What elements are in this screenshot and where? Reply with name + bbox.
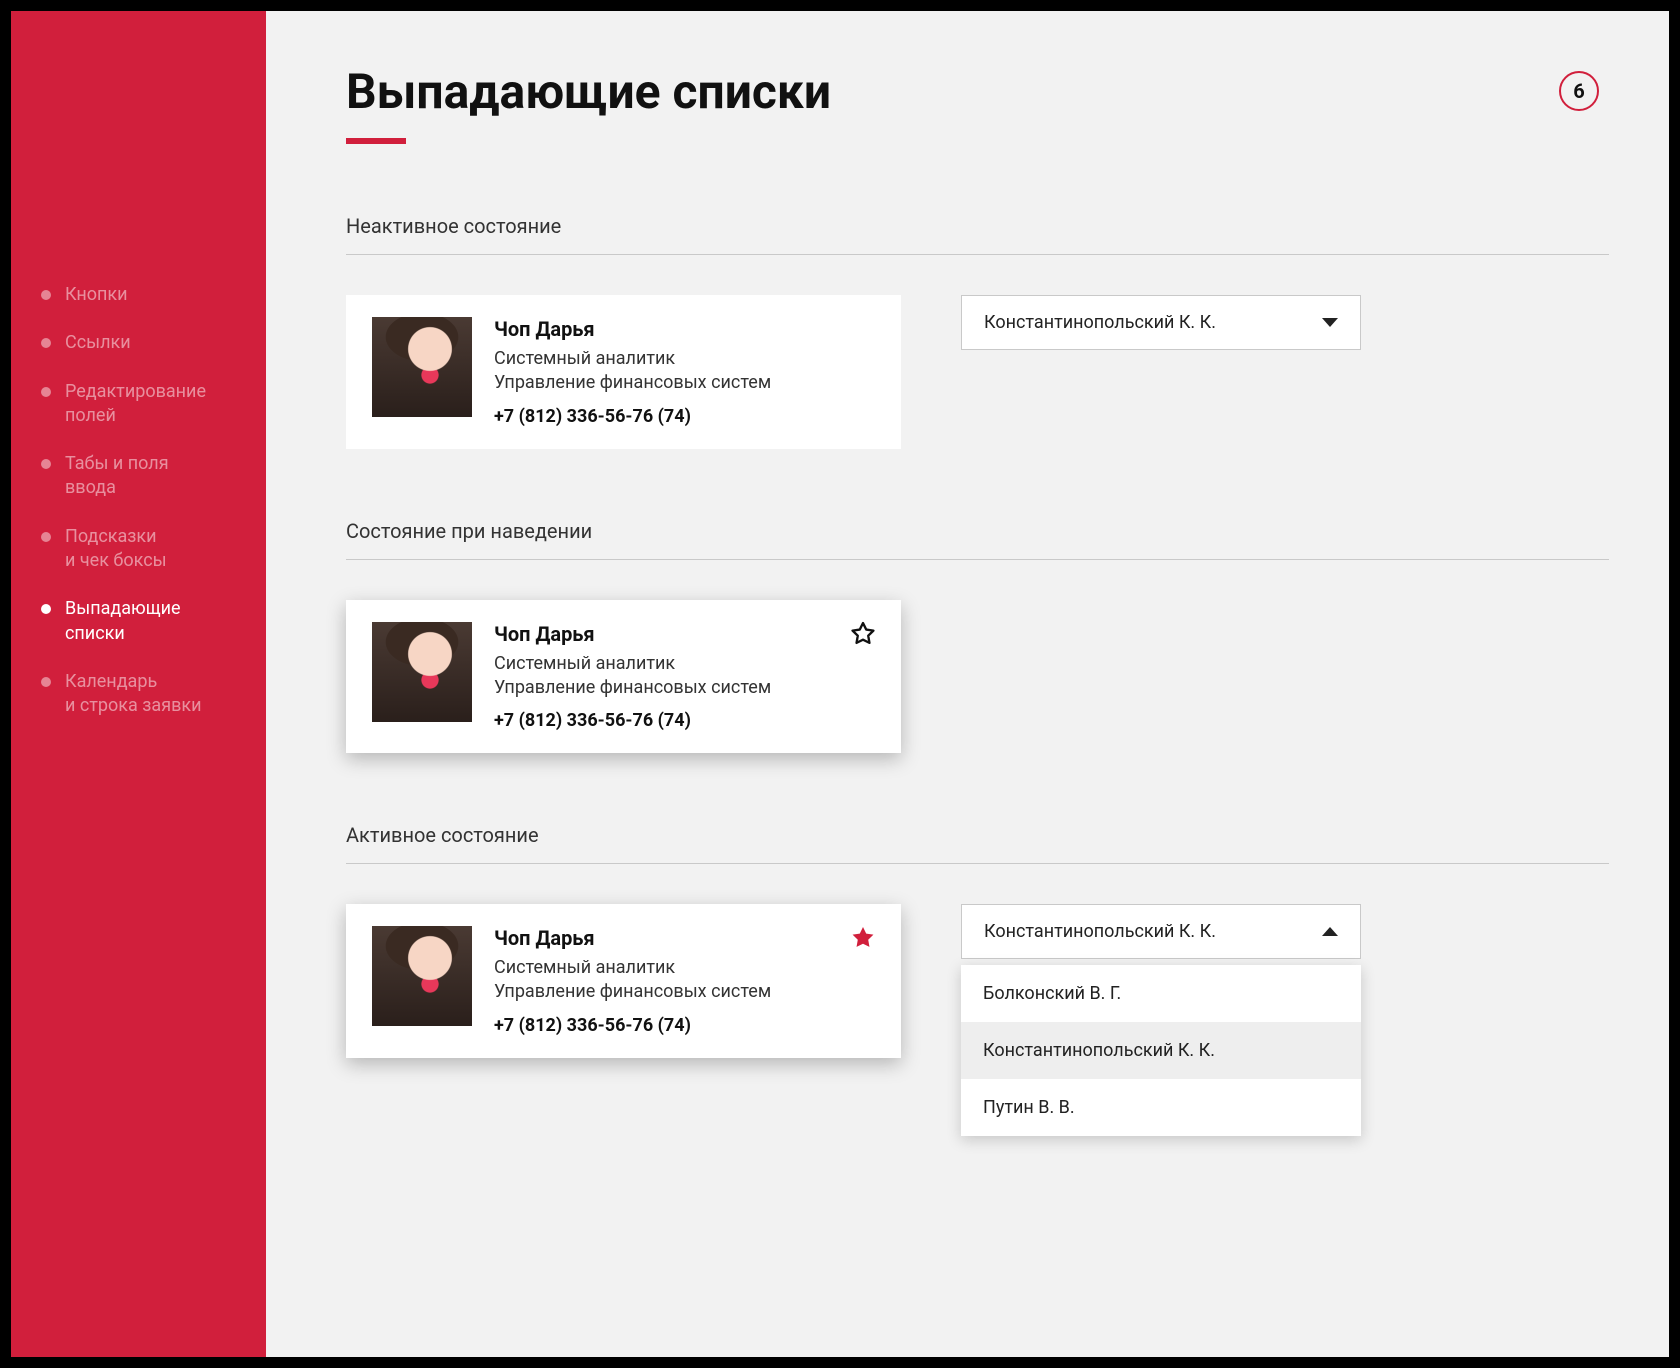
person-phone: +7 (812) 336-56-76 (74) <box>494 406 875 427</box>
sidebar: Кнопки Ссылки Редактирование полей Табы … <box>11 11 266 1357</box>
sidebar-item-field-editing[interactable]: Редактирование полей <box>11 368 266 441</box>
person-card-inactive[interactable]: Чоп Дарья Системный аналитик Управление … <box>346 295 901 449</box>
sidebar-item-label: Ссылки <box>65 331 131 355</box>
dropdown-option[interactable]: Путин В. В. <box>961 1079 1361 1136</box>
sidebar-item-label: Выпадающие списки <box>65 597 181 646</box>
nav-bullet-icon <box>41 387 51 397</box>
avatar <box>372 622 472 722</box>
dropdown-option[interactable]: Болконский В. Г. <box>961 965 1361 1022</box>
person-dept: Управление финансовых систем <box>494 980 875 1004</box>
section-divider <box>346 863 1609 864</box>
sidebar-item-calendar-request[interactable]: Календарь и строка заявки <box>11 658 266 731</box>
person-name: Чоп Дарья <box>494 926 875 950</box>
person-role: Системный аналитик <box>494 347 875 371</box>
page-title: Выпадающие списки <box>346 63 1609 120</box>
person-name: Чоп Дарья <box>494 622 875 646</box>
dropdown-list: Болконский В. Г. Константинопольский К. … <box>961 965 1361 1136</box>
star-outline-icon[interactable] <box>849 620 877 648</box>
person-role: Системный аналитик <box>494 652 875 676</box>
person-info: Чоп Дарья Системный аналитик Управление … <box>494 926 875 1036</box>
nav-bullet-icon <box>41 338 51 348</box>
dropdown-select[interactable]: Константинопольский К. К. <box>961 295 1361 350</box>
sidebar-item-label: Календарь и строка заявки <box>65 670 202 719</box>
sidebar-item-links[interactable]: Ссылки <box>11 319 266 367</box>
dropdown-select[interactable]: Константинопольский К. К. <box>961 904 1361 959</box>
avatar <box>372 317 472 417</box>
caret-up-icon <box>1322 927 1338 936</box>
person-phone: +7 (812) 336-56-76 (74) <box>494 1015 875 1036</box>
caret-down-icon <box>1322 318 1338 327</box>
dropdown-selected-value: Константинопольский К. К. <box>984 921 1216 942</box>
sidebar-item-label: Табы и поля ввода <box>65 452 169 501</box>
section-title: Состояние при наведении <box>346 519 1609 543</box>
person-card-active[interactable]: Чоп Дарья Системный аналитик Управление … <box>346 904 901 1058</box>
sidebar-item-dropdowns[interactable]: Выпадающие списки <box>11 585 266 658</box>
section-inactive: Неактивное состояние Чоп Дарья Системный… <box>346 214 1609 449</box>
person-info: Чоп Дарья Системный аналитик Управление … <box>494 622 875 732</box>
dropdown-open: Константинопольский К. К. Болконский В. … <box>961 904 1361 1136</box>
section-divider <box>346 254 1609 255</box>
section-row: Чоп Дарья Системный аналитик Управление … <box>346 295 1609 449</box>
person-phone: +7 (812) 336-56-76 (74) <box>494 710 875 731</box>
avatar <box>372 926 472 1026</box>
nav-bullet-icon <box>41 459 51 469</box>
nav-bullet-icon <box>41 290 51 300</box>
section-title: Активное состояние <box>346 823 1609 847</box>
sidebar-item-hints-checkboxes[interactable]: Подсказки и чек боксы <box>11 513 266 586</box>
page-number-badge: 6 <box>1559 71 1599 111</box>
sidebar-item-label: Редактирование полей <box>65 380 206 429</box>
section-divider <box>346 559 1609 560</box>
title-underline <box>346 138 406 144</box>
sidebar-item-label: Кнопки <box>65 283 128 307</box>
dropdown-selected-value: Константинопольский К. К. <box>984 312 1216 333</box>
section-row: Чоп Дарья Системный аналитик Управление … <box>346 904 1609 1136</box>
sidebar-item-tabs-inputs[interactable]: Табы и поля ввода <box>11 440 266 513</box>
person-role: Системный аналитик <box>494 956 875 980</box>
sidebar-item-label: Подсказки и чек боксы <box>65 525 167 574</box>
person-info: Чоп Дарья Системный аналитик Управление … <box>494 317 875 427</box>
sidebar-item-buttons[interactable]: Кнопки <box>11 271 266 319</box>
person-dept: Управление финансовых систем <box>494 371 875 395</box>
nav-bullet-icon <box>41 677 51 687</box>
section-active: Активное состояние Чоп Дарья Системный а… <box>346 823 1609 1136</box>
section-hover: Состояние при наведении Чоп Дарья Систем… <box>346 519 1609 754</box>
app-viewport: Кнопки Ссылки Редактирование полей Табы … <box>10 10 1670 1358</box>
person-name: Чоп Дарья <box>494 317 875 341</box>
dropdown-closed: Константинопольский К. К. <box>961 295 1361 350</box>
main-content: 6 Выпадающие списки Неактивное состояние… <box>266 11 1669 1357</box>
dropdown-option[interactable]: Константинопольский К. К. <box>961 1022 1361 1079</box>
nav-bullet-icon <box>41 532 51 542</box>
section-row: Чоп Дарья Системный аналитик Управление … <box>346 600 1609 754</box>
section-title: Неактивное состояние <box>346 214 1609 238</box>
person-card-hover[interactable]: Чоп Дарья Системный аналитик Управление … <box>346 600 901 754</box>
person-dept: Управление финансовых систем <box>494 676 875 700</box>
nav-bullet-icon <box>41 604 51 614</box>
star-filled-icon[interactable] <box>849 924 877 952</box>
